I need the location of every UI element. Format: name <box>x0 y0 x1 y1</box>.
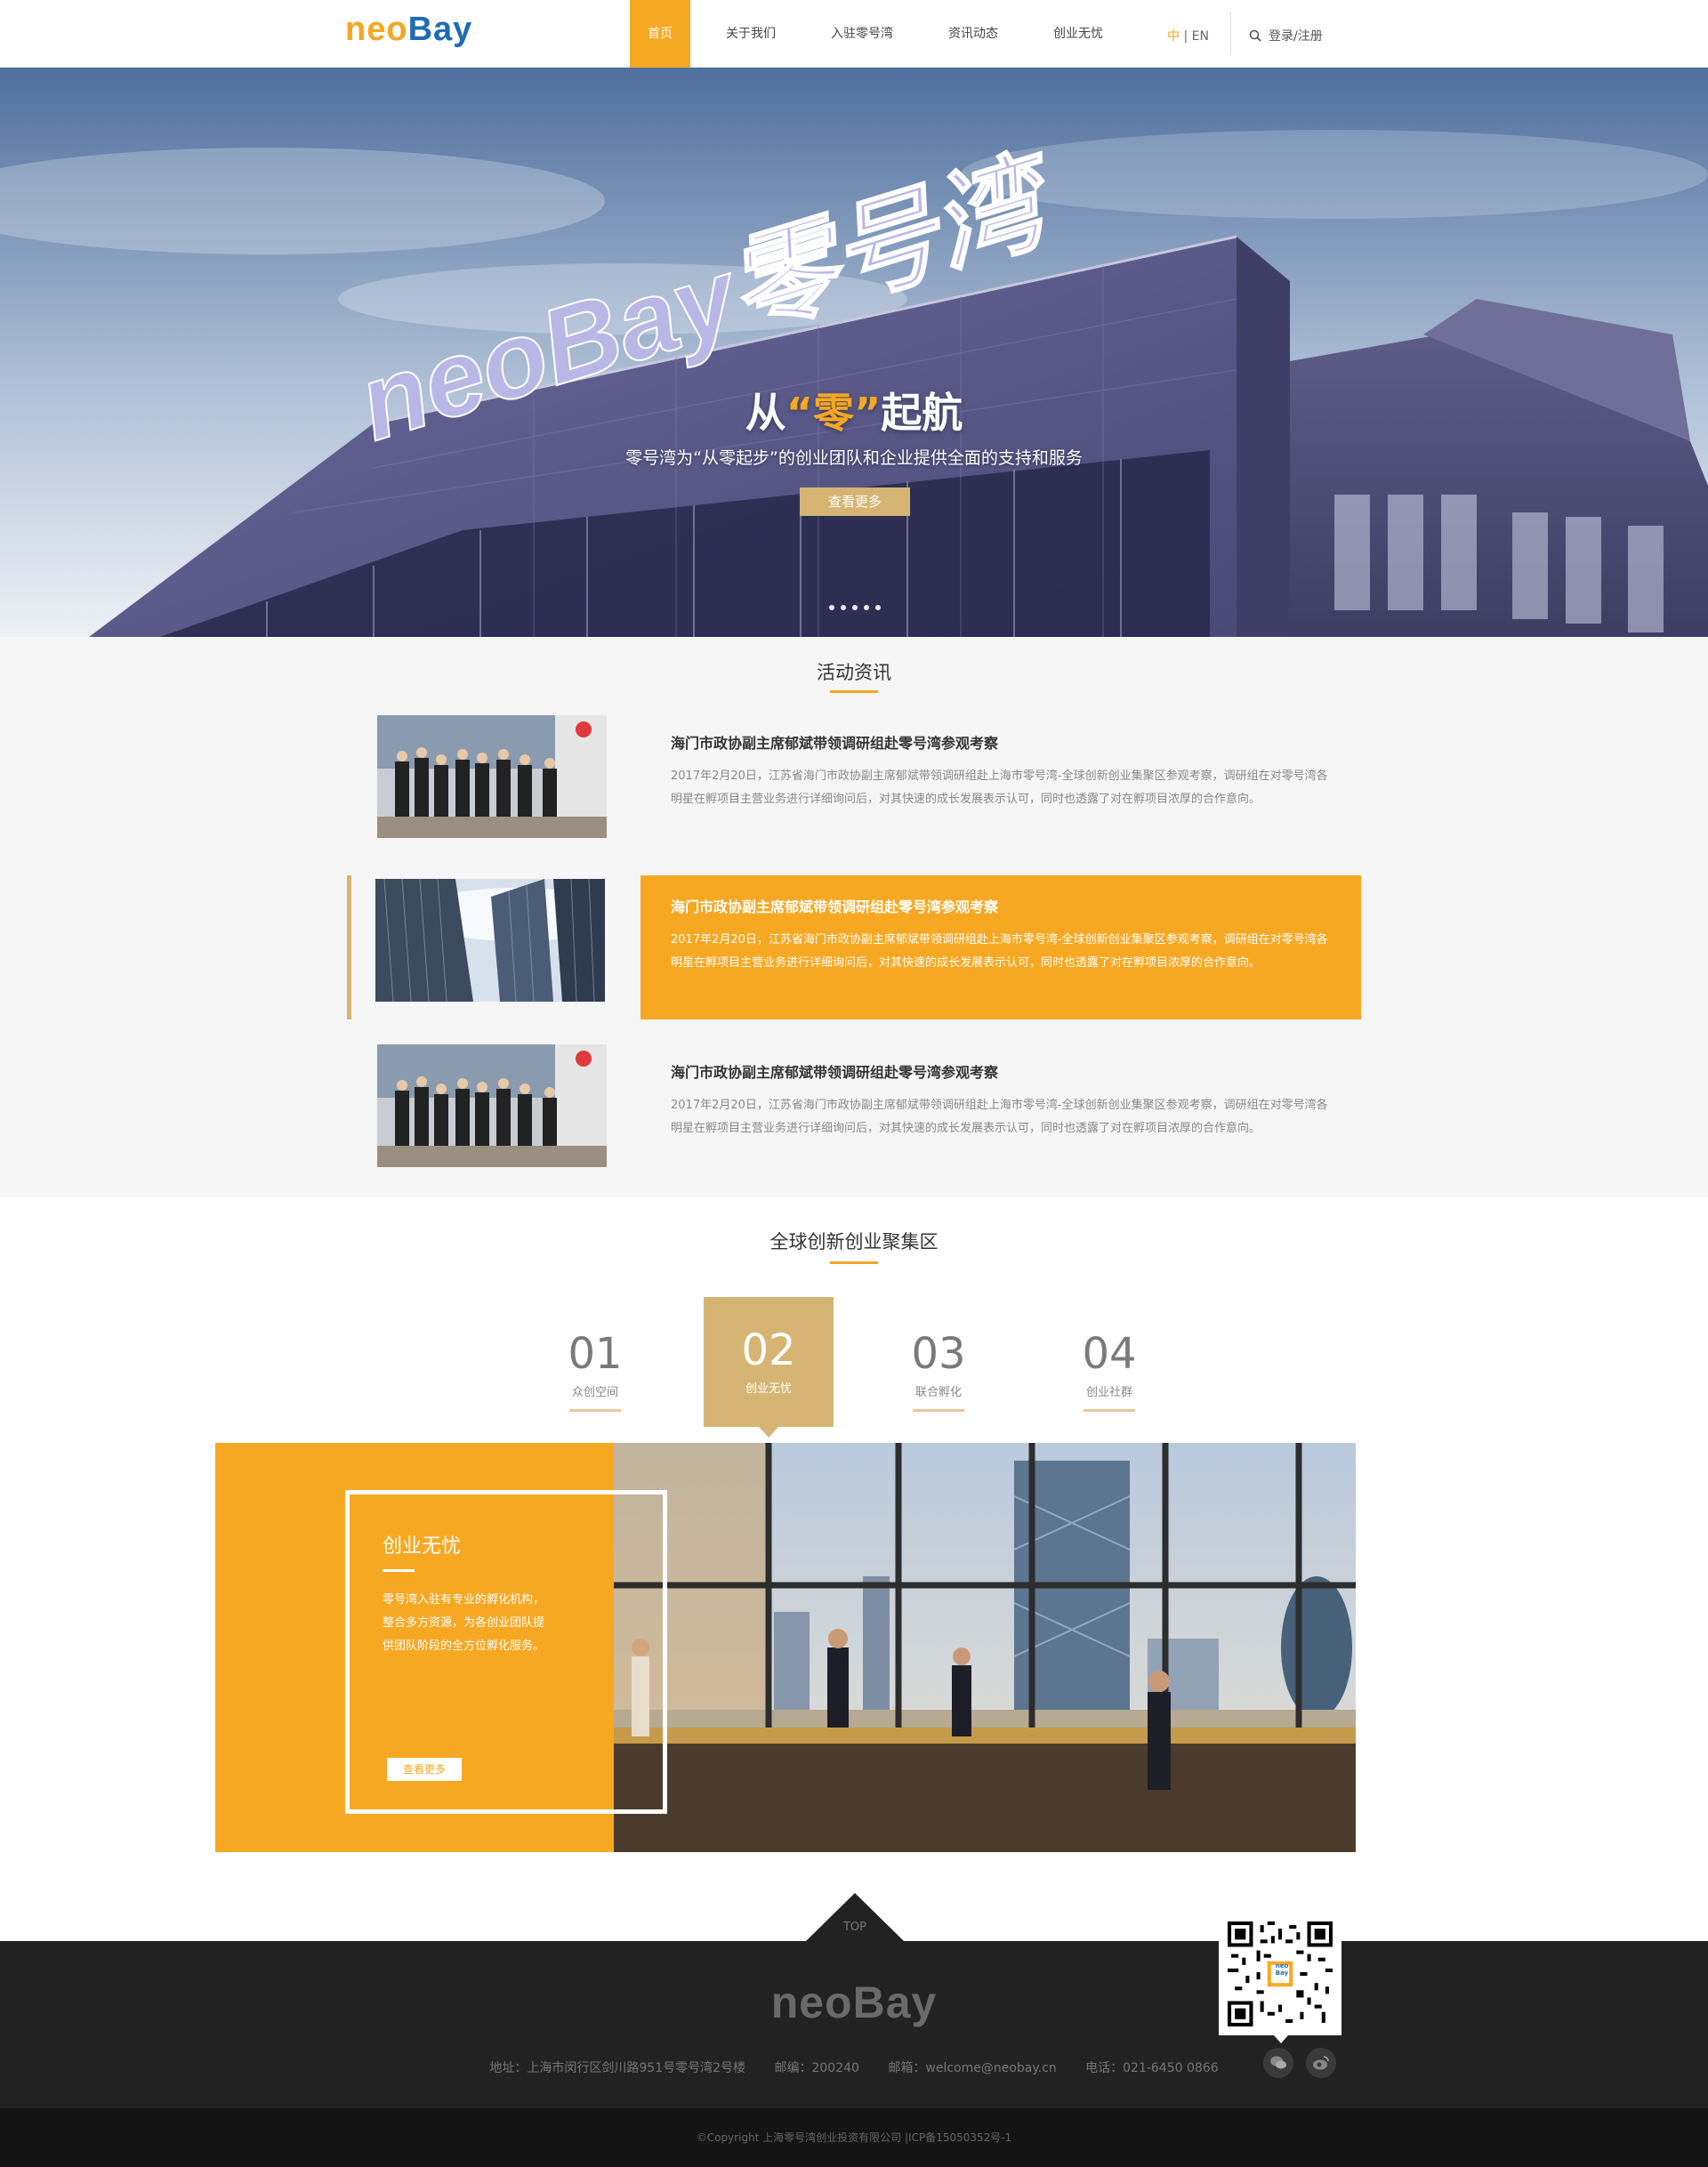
slider-dot[interactable] <box>852 605 858 610</box>
news-summary: 2017年2月20日，江苏省海门市政协副主席郁斌带领调研组赴上海市零号湾-全球创… <box>671 1099 1328 1135</box>
footer-logo: neoBay <box>770 1978 938 2027</box>
qr-pointer <box>1274 2035 1288 2043</box>
tab-coworking[interactable]: 01 众创空间 <box>530 1297 660 1427</box>
news-text: 海门市政协副主席郁斌带领调研组赴零号湾参观考察 2017年2月20日，江苏省海门… <box>640 1034 1361 1176</box>
hero-title-post: 起航 <box>881 389 963 437</box>
hero-subtitle: 零号湾为“从零起步”的创业团队和企业提供全面的支持和服务 <box>625 448 1083 468</box>
tab-active-arrow <box>759 1427 778 1438</box>
news-thumbnail[interactable] <box>377 715 607 838</box>
back-to-top-button[interactable] <box>805 1893 905 1942</box>
tab-startup-care[interactable]: 02 创业无忧 <box>704 1297 834 1438</box>
feature-title: 创业无忧 <box>383 1535 462 1558</box>
weibo-icon[interactable] <box>1306 2048 1336 2078</box>
nav-startup[interactable]: 创业无忧 <box>1034 0 1123 68</box>
news-thumbnail[interactable] <box>377 1044 607 1167</box>
footer-postcode: 邮编：200240 <box>774 2061 859 2075</box>
nav-about[interactable]: 关于我们 <box>706 0 795 68</box>
news-item[interactable]: 海门市政协副主席郁斌带领调研组赴零号湾参观考察 2017年2月20日，江苏省海门… <box>347 705 1361 847</box>
lang-separator: | <box>1180 29 1192 44</box>
tab-underline <box>1084 1409 1135 1412</box>
news-text: 海门市政协副主席郁斌带领调研组赴零号湾参观考察 2017年2月20日，江苏省海门… <box>640 875 1361 1019</box>
hero-title-pre: 从 <box>745 389 786 437</box>
highlight-bar <box>347 875 351 1019</box>
tab-label: 创业社群 <box>1085 1386 1132 1399</box>
news-thumbnail[interactable] <box>375 879 605 1002</box>
feature-office-image <box>614 1443 1356 1852</box>
slider-dot[interactable] <box>864 605 869 610</box>
hero-title: 从“零”起航 <box>0 381 1708 439</box>
news-headline[interactable]: 海门市政协副主席郁斌带领调研组赴零号湾参观考察 <box>671 1060 1334 1082</box>
back-to-top-label[interactable]: TOP <box>805 1921 905 1934</box>
footer-phone: 电话：021-6450 0866 <box>1085 2061 1219 2075</box>
logo-text-bay: Bay <box>407 11 473 48</box>
zone-tabs: 01 众创空间 02 创业无忧 03 联合孵化 04 创业社群 <box>0 1297 1708 1439</box>
tab-label: 众创空间 <box>571 1386 618 1399</box>
search-icon[interactable] <box>1249 29 1261 42</box>
tab-underline <box>569 1409 621 1412</box>
login-link[interactable]: 登录/注册 <box>1249 27 1323 44</box>
site-logo[interactable]: neoBay <box>345 11 472 49</box>
feature-description: 零号湾入驻有专业的孵化机构，整合多方资源，为各创业团队提供团队阶段的全方位孵化服… <box>383 1593 545 1653</box>
news-title-underline <box>830 690 878 693</box>
tab-incubation[interactable]: 03 联合孵化 <box>874 1297 1003 1427</box>
tab-number: 02 <box>741 1325 796 1375</box>
hero-title-highlight: “零” <box>786 389 882 437</box>
login-label[interactable]: 登录/注册 <box>1269 27 1323 44</box>
news-item-highlighted[interactable]: 海门市政协副主席郁斌带领调研组赴零号湾参观考察 2017年2月20日，江苏省海门… <box>347 875 1361 1019</box>
nav-news[interactable]: 资讯动态 <box>929 0 1018 68</box>
news-headline[interactable]: 海门市政协副主席郁斌带领调研组赴零号湾参观考察 <box>671 895 1334 916</box>
tab-community[interactable]: 04 创业社群 <box>1044 1297 1174 1427</box>
logo-text-neo: neo <box>345 11 408 48</box>
news-photo-group <box>377 715 607 838</box>
language-switch: 中 | EN <box>1167 27 1209 44</box>
feature-more-button[interactable]: 查看更多 <box>387 1758 462 1781</box>
tab-label: 创业无忧 <box>745 1382 792 1396</box>
footer-email[interactable]: 邮箱：welcome@neobay.cn <box>888 2061 1056 2075</box>
slider-dot[interactable] <box>829 605 834 610</box>
tab-number: 04 <box>1082 1329 1137 1379</box>
news-item[interactable]: 海门市政协副主席郁斌带领调研组赴零号湾参观考察 2017年2月20日，江苏省海门… <box>347 1034 1361 1176</box>
zone-section-title: 全球创新创业聚集区 <box>769 1231 939 1253</box>
news-text: 海门市政协副主席郁斌带领调研组赴零号湾参观考察 2017年2月20日，江苏省海门… <box>640 705 1361 847</box>
tab-number: 01 <box>568 1329 623 1379</box>
header-divider <box>1230 12 1231 55</box>
news-section-title: 活动资讯 <box>817 662 891 683</box>
main-nav: 首页 关于我们 入驻零号湾 资讯动态 创业无忧 <box>630 0 1123 68</box>
tab-label: 联合孵化 <box>914 1386 962 1399</box>
news-photo-group <box>377 1044 607 1167</box>
copyright-text: ©Copyright 上海零号湾创业投资有限公司 |ICP备15050352号-… <box>696 2131 1012 2144</box>
hero-banner: neoBay零号湾 从“零”起航 零号湾为“从零起步”的创业团队和企业提供全面的… <box>0 68 1708 637</box>
lang-en[interactable]: EN <box>1192 29 1209 44</box>
footer-address: 地址：上海市闵行区剑川路951号零号湾2号楼 <box>489 2061 746 2075</box>
wechat-icon[interactable] <box>1263 2048 1293 2078</box>
feature-title-underline <box>383 1569 415 1572</box>
tab-underline <box>913 1409 964 1412</box>
hero-building-image: neoBay零号湾 <box>0 68 1708 637</box>
news-photo-towers <box>375 879 605 1002</box>
feature-panel: 创业无忧 零号湾入驻有专业的孵化机构，整合多方资源，为各创业团队提供团队阶段的全… <box>215 1443 1356 1852</box>
slider-dot[interactable] <box>875 605 881 610</box>
news-summary: 2017年2月20日，江苏省海门市政协副主席郁斌带领调研组赴上海市零号湾-全球创… <box>671 933 1328 970</box>
nav-home[interactable]: 首页 <box>630 0 690 68</box>
hero-more-button[interactable]: 查看更多 <box>800 487 910 516</box>
nav-join[interactable]: 入驻零号湾 <box>811 0 913 68</box>
footer-contact-info: 地址：上海市闵行区剑川路951号零号湾2号楼 邮编：200240 邮箱：welc… <box>0 2058 1708 2076</box>
slider-dots <box>829 605 881 610</box>
tab-number: 03 <box>911 1329 966 1379</box>
lang-zh[interactable]: 中 <box>1167 29 1180 44</box>
wechat-qr-code: neo Bay <box>1219 1913 1341 2035</box>
zone-title-underline <box>830 1261 878 1264</box>
news-summary: 2017年2月20日，江苏省海门市政协副主席郁斌带领调研组赴上海市零号湾-全球创… <box>671 769 1328 806</box>
slider-dot[interactable] <box>841 605 846 610</box>
qr-center-badge: neo Bay <box>1275 1962 1289 1977</box>
news-headline[interactable]: 海门市政协副主席郁斌带领调研组赴零号湾参观考察 <box>671 731 1334 753</box>
site-header: neoBay 首页 关于我们 入驻零号湾 资讯动态 创业无忧 中 | EN 登录… <box>0 0 1708 68</box>
